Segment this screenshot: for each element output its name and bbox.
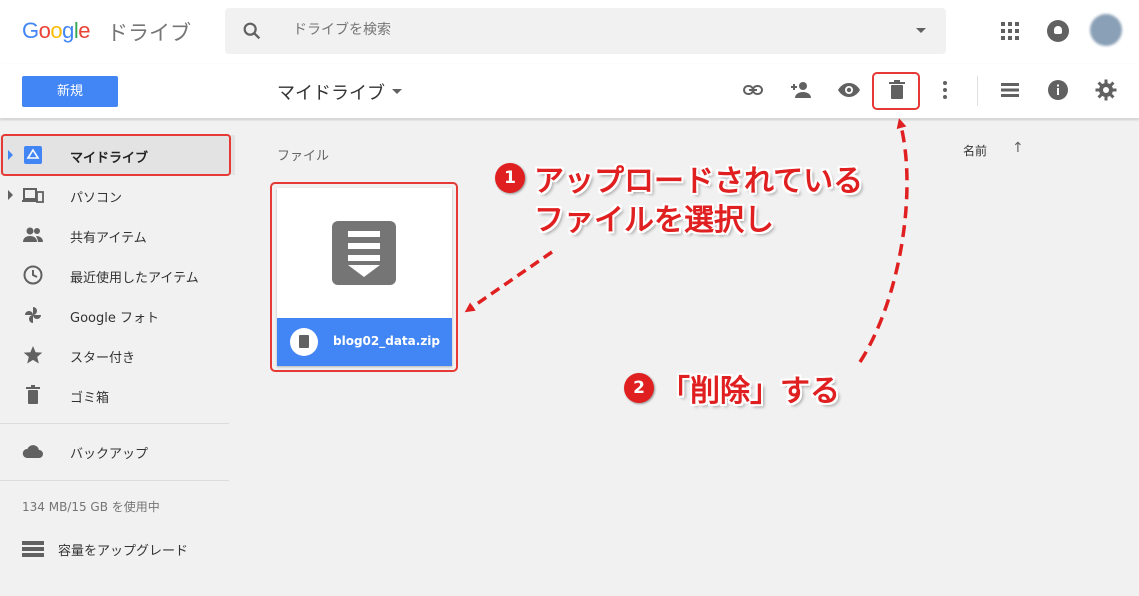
- search-options-icon[interactable]: [916, 28, 926, 33]
- step-note-1-line2: ファイルを選択し: [534, 203, 774, 238]
- search-input[interactable]: [293, 21, 853, 37]
- step-note-2: 「削除」する: [660, 374, 840, 409]
- section-heading: ファイル: [277, 149, 330, 164]
- trash-icon: [26, 385, 40, 404]
- info-icon[interactable]: [1046, 78, 1070, 102]
- shared-icon: [23, 227, 43, 242]
- sidebar-divider: [0, 480, 229, 481]
- sidebar-item-label: ゴミ箱: [70, 391, 110, 406]
- storage-usage-text: 134 MB/15 GB を使用中: [22, 500, 160, 514]
- apps-grid-icon[interactable]: [1001, 22, 1019, 40]
- sidebar-item-starred[interactable]: スター付き: [0, 335, 235, 375]
- upgrade-label: 容量をアップグレード: [58, 544, 189, 559]
- new-button[interactable]: 新規: [22, 76, 118, 107]
- my-drive-highlight-box: [1, 134, 231, 176]
- add-person-icon[interactable]: [789, 78, 813, 102]
- sidebar-item-shared[interactable]: 共有アイテム: [0, 215, 235, 255]
- step-note-1-line1: アップロードされている: [534, 164, 864, 199]
- chevron-down-icon[interactable]: [392, 89, 402, 94]
- sidebar-item-photos[interactable]: Google フォト: [0, 295, 235, 335]
- sidebar-item-computers[interactable]: パソコン: [0, 175, 235, 215]
- page-title[interactable]: マイドライブ: [277, 79, 385, 105]
- sidebar-item-label: スター付き: [70, 351, 136, 366]
- arrow-to-trash: [858, 118, 909, 363]
- sidebar-item-trash[interactable]: ゴミ箱: [0, 375, 235, 415]
- delete-highlight-box: [872, 72, 920, 110]
- google-logo[interactable]: Google: [22, 18, 91, 44]
- step-badge-1: 1: [495, 163, 525, 193]
- toolbar-divider: [977, 76, 978, 106]
- clock-icon: [23, 265, 43, 285]
- list-view-icon[interactable]: [998, 78, 1022, 102]
- expand-arrow-icon[interactable]: [8, 190, 13, 200]
- sort-arrow-icon[interactable]: ↑: [1012, 140, 1024, 156]
- sidebar-item-label: バックアップ: [70, 447, 149, 462]
- notifications-icon[interactable]: [1047, 20, 1069, 42]
- step-badge-2: 2: [624, 373, 654, 403]
- sidebar-item-backup[interactable]: バックアップ: [0, 431, 235, 471]
- drive-window: Google ドライブ 新規 マイドライブ マイドライブ: [0, 0, 1139, 596]
- sidebar-item-label: Google フォト: [70, 311, 159, 326]
- sidebar-divider: [0, 423, 229, 424]
- arrow-to-file: [464, 250, 553, 313]
- star-icon: [23, 346, 43, 364]
- cloud-icon: [22, 445, 43, 458]
- sidebar-item-label: パソコン: [70, 191, 123, 206]
- sidebar-item-recent[interactable]: 最近使用したアイテム: [0, 255, 235, 295]
- eye-icon[interactable]: [837, 78, 861, 102]
- avatar[interactable]: [1090, 14, 1122, 46]
- search-bar[interactable]: [225, 8, 946, 54]
- settings-icon[interactable]: [1094, 78, 1118, 102]
- action-toolbar: 新規 マイドライブ: [0, 64, 1139, 119]
- more-vert-icon[interactable]: [933, 78, 957, 102]
- photos-icon: [25, 307, 41, 323]
- sidebar-item-label: 最近使用したアイテム: [70, 271, 199, 286]
- product-name: ドライブ: [107, 21, 191, 45]
- file-highlight-box: [270, 182, 458, 372]
- link-icon[interactable]: [741, 78, 765, 102]
- storage-icon: [22, 541, 44, 557]
- sidebar-item-label: 共有アイテム: [70, 231, 147, 246]
- computers-icon: [22, 188, 44, 203]
- search-icon[interactable]: [241, 20, 263, 42]
- top-bar: Google ドライブ: [0, 0, 1139, 64]
- sort-by-name[interactable]: 名前: [963, 142, 987, 159]
